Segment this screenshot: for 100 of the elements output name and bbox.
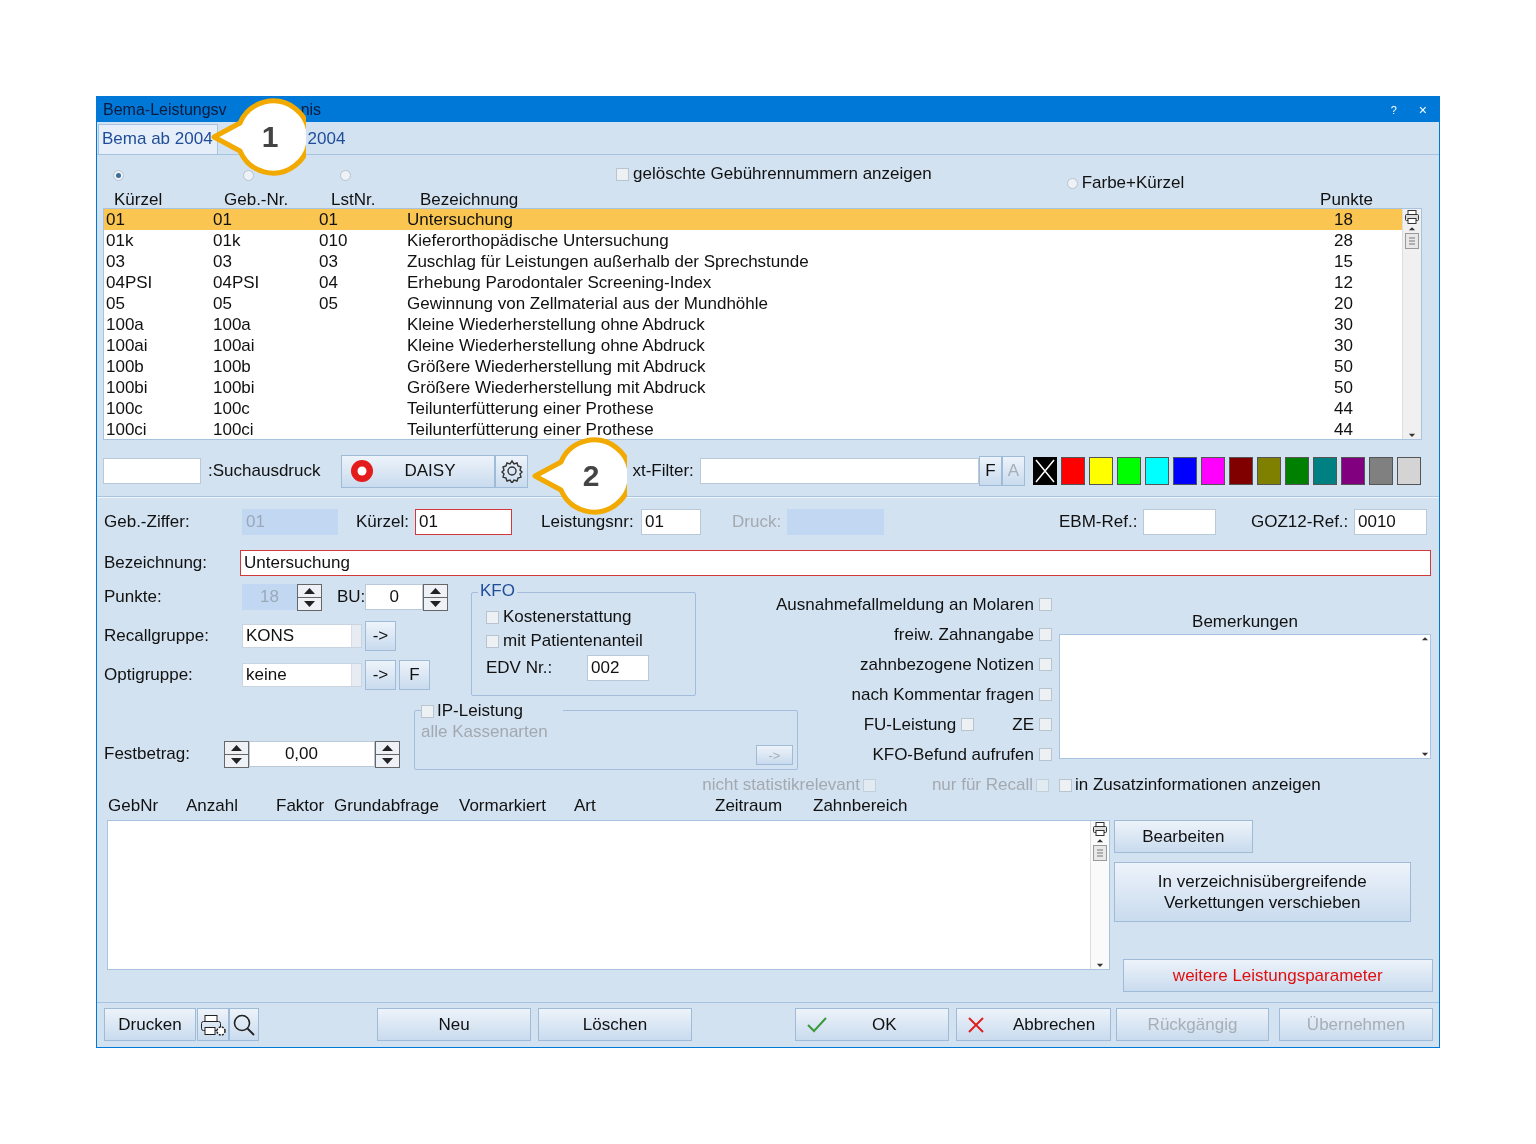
- scroll-thumb-icon[interactable]: [1092, 845, 1107, 861]
- column-header[interactable]: Faktor: [276, 796, 334, 816]
- color-swatch[interactable]: [1284, 457, 1309, 485]
- column-header[interactable]: Kürzel: [114, 191, 224, 208]
- dialog-button[interactable]: Abbrechen: [956, 1008, 1111, 1041]
- list-row[interactable]: 100bi 100bi Größere Wiederherstellung mit Abdruck 50: [104, 377, 1402, 398]
- color-swatch[interactable]: [1396, 457, 1421, 485]
- input-field[interactable]: 01: [415, 509, 512, 535]
- column-header[interactable]: Bezeichnung: [420, 191, 1303, 208]
- color-swatch[interactable]: [1256, 457, 1281, 485]
- dropdown[interactable]: KONS: [242, 624, 362, 648]
- column-header[interactable]: Zeitraum: [715, 796, 813, 816]
- action-button[interactable]: Bearbeiten: [1113, 820, 1253, 853]
- daisy-button[interactable]: DAISY: [341, 454, 496, 488]
- remarks-field[interactable]: [1059, 634, 1431, 759]
- column-header[interactable]: Punkte: [1303, 191, 1373, 208]
- scroll-down-icon[interactable]: [1420, 750, 1430, 758]
- input-field[interactable]: 0010: [1354, 509, 1427, 535]
- color-swatch[interactable]: [1032, 457, 1057, 485]
- small-button[interactable]: ->: [365, 621, 396, 651]
- color-swatch[interactable]: [1368, 457, 1393, 485]
- radio-button[interactable]: [113, 170, 124, 181]
- checkbox[interactable]: [486, 610, 499, 624]
- dialog-button[interactable]: Drucken: [104, 1008, 196, 1041]
- color-swatch[interactable]: [1060, 457, 1085, 485]
- checkbox[interactable]: [1039, 688, 1052, 701]
- action-button[interactable]: weitere Leistungsparameter: [1122, 959, 1433, 992]
- column-header[interactable]: Vormarkiert: [459, 796, 574, 816]
- checkbox[interactable]: [1039, 628, 1052, 641]
- filter-button[interactable]: F: [978, 456, 1002, 486]
- checkbox[interactable]: [616, 167, 629, 181]
- table-cell-text: 44: [1333, 419, 1353, 440]
- color-swatch[interactable]: [1088, 457, 1113, 485]
- input-field[interactable]: 01: [641, 509, 701, 535]
- column-header[interactable]: Geb.-Nr.: [224, 191, 331, 208]
- checkbox[interactable]: [1039, 718, 1052, 731]
- column-header[interactable]: LstNr.: [331, 191, 420, 208]
- help-button[interactable]: ?: [1390, 103, 1397, 116]
- tab[interactable]: 2004: [305, 124, 351, 154]
- checkbox[interactable]: [486, 634, 499, 648]
- list-row[interactable]: 100a 100a Kleine Wiederherstellung ohne Abdruck 30: [104, 314, 1402, 335]
- filter-field[interactable]: [699, 458, 979, 484]
- checkbox[interactable]: [1039, 748, 1052, 761]
- scroll-down-icon[interactable]: [1407, 431, 1417, 439]
- list-row[interactable]: 01k 01k 010 Kieferorthopädische Untersuchung 28: [104, 230, 1402, 251]
- spin-buttons[interactable]: [297, 583, 322, 611]
- dialog-button[interactable]: Neu: [377, 1008, 531, 1041]
- color-swatch[interactable]: [1144, 457, 1169, 485]
- list-row[interactable]: 100b 100b Größere Wiederherstellung mit Abdruck 50: [104, 356, 1402, 377]
- color-swatch[interactable]: [1172, 457, 1197, 485]
- list-row[interactable]: 04PSI 04PSI 04 Erhebung Parodontaler Screening-Index 12: [104, 272, 1402, 293]
- radio-button[interactable]: [1066, 177, 1078, 189]
- radio-button[interactable]: [243, 170, 254, 181]
- spin-buttons[interactable]: [224, 740, 249, 768]
- list-row[interactable]: 100c 100c Teilunterfütterung einer Prothese 44: [104, 398, 1402, 419]
- printer-icon[interactable]: [1091, 821, 1108, 837]
- close-button[interactable]: ×: [1418, 101, 1427, 118]
- small-button[interactable]: ->: [365, 660, 396, 690]
- dropdown[interactable]: keine: [242, 663, 362, 687]
- input-field[interactable]: 002: [587, 655, 649, 681]
- color-swatch[interactable]: [1116, 457, 1141, 485]
- color-swatch[interactable]: [1340, 457, 1365, 485]
- column-header[interactable]: Grundabfrage: [334, 796, 459, 816]
- checkbox[interactable]: [1059, 778, 1072, 792]
- settings-button[interactable]: [495, 454, 529, 488]
- scroll-thumb-icon[interactable]: [1405, 233, 1419, 249]
- search-field[interactable]: [103, 458, 201, 484]
- list-row[interactable]: 05 05 05 Gewinnung von Zellmaterial aus der Mundhöhle 20: [104, 293, 1402, 314]
- color-swatch[interactable]: [1200, 457, 1225, 485]
- list-row[interactable]: 03 03 03 Zuschlag für Leistungen außerhalb der Sprechstunde 15: [104, 251, 1402, 272]
- action-button[interactable]: In verzeichnisübergreifende Verkettungen verschieben: [1113, 862, 1411, 922]
- checkbox[interactable]: [1039, 658, 1052, 671]
- input-field[interactable]: 0: [365, 584, 424, 610]
- input-field[interactable]: [1143, 509, 1216, 535]
- list-row[interactable]: 01 01 01 Untersuchung 18: [104, 209, 1402, 230]
- spin-buttons[interactable]: [423, 583, 449, 611]
- column-header[interactable]: Art: [574, 796, 715, 816]
- small-button[interactable]: F: [399, 660, 430, 690]
- radio-button[interactable]: [340, 170, 351, 181]
- dialog-button[interactable]: Löschen: [538, 1008, 692, 1041]
- search-button[interactable]: [229, 1008, 259, 1041]
- input-field[interactable]: Untersuchung: [240, 550, 1431, 576]
- print-settings-button[interactable]: [197, 1008, 229, 1041]
- color-swatch[interactable]: [1312, 457, 1337, 485]
- spin-buttons[interactable]: [375, 740, 400, 768]
- list-row[interactable]: 100ai 100ai Kleine Wiederherstellung ohne Abdruck 30: [104, 335, 1402, 356]
- column-header[interactable]: Zahnbereich: [813, 796, 933, 816]
- tab[interactable]: Bema ab 2004: [98, 124, 218, 154]
- dialog-button[interactable]: OK: [795, 1008, 949, 1041]
- scroll-up-icon[interactable]: [1420, 635, 1430, 643]
- checkbox[interactable]: [1039, 598, 1052, 611]
- color-swatch[interactable]: [1228, 457, 1253, 485]
- column-header[interactable]: GebNr: [108, 796, 186, 816]
- printer-icon[interactable]: [1404, 209, 1420, 225]
- checkbox[interactable]: [421, 704, 434, 718]
- input-field[interactable]: 0,00: [249, 741, 375, 767]
- field-label: EBM-Ref.:: [1059, 512, 1139, 532]
- table-cell-text: 12: [1333, 272, 1353, 293]
- checkbox[interactable]: [961, 718, 975, 731]
- column-header[interactable]: Anzahl: [186, 796, 276, 816]
